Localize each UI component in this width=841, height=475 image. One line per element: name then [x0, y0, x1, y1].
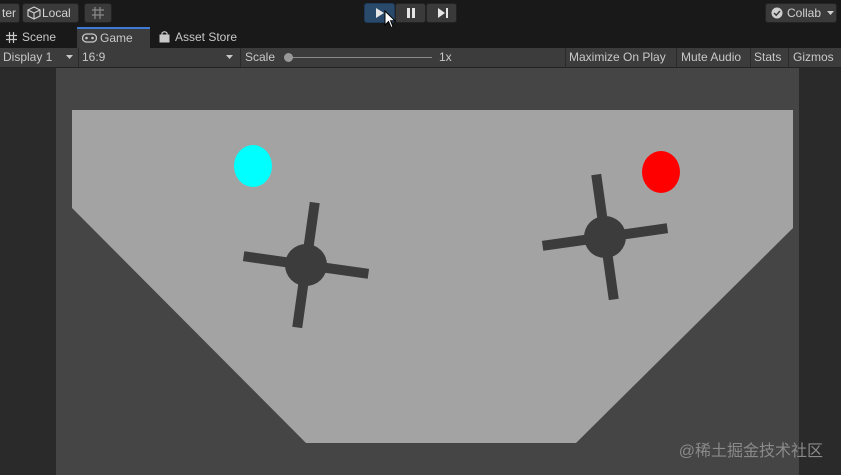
- grid-icon: [6, 32, 17, 43]
- pivot-label: ter: [1, 6, 16, 20]
- scale-slider-thumb[interactable]: [284, 53, 293, 62]
- local-toggle-button[interactable]: Local: [22, 3, 79, 23]
- aspect-dropdown[interactable]: 16:9: [79, 48, 239, 67]
- gamepad-icon: [82, 33, 97, 43]
- display-label: Display 1: [3, 50, 53, 64]
- tab-asset-store[interactable]: Asset Store: [153, 27, 248, 48]
- stats-toggle[interactable]: Stats: [754, 48, 781, 67]
- gizmos-toggle[interactable]: Gizmos: [793, 48, 834, 67]
- tab-game[interactable]: Game: [77, 27, 150, 48]
- display-dropdown[interactable]: Display 1: [0, 48, 77, 67]
- cube-icon: [27, 6, 41, 20]
- scale-slider[interactable]: [284, 48, 432, 67]
- toolbar-divider: [676, 48, 677, 67]
- tab-game-label: Game: [100, 31, 133, 45]
- grid-snap-button[interactable]: [84, 3, 112, 23]
- dropdown-arrow-icon: [66, 55, 73, 59]
- store-bag-icon: [159, 31, 170, 43]
- step-icon: [438, 8, 448, 18]
- mute-audio-toggle[interactable]: Mute Audio: [681, 48, 741, 67]
- collab-label: Collab: [787, 6, 822, 20]
- ground-platform: [72, 110, 793, 443]
- top-toolbar: ter Local Collab: [0, 0, 841, 29]
- tab-scene-label: Scene: [22, 30, 57, 44]
- tab-asset-store-label: Asset Store: [175, 30, 238, 44]
- spinner-hub: [285, 244, 327, 286]
- scale-slider-track: [288, 57, 432, 58]
- dropdown-arrow-icon: [827, 11, 834, 15]
- collab-button[interactable]: Collab: [765, 3, 837, 23]
- ball-red: [642, 151, 680, 193]
- toolbar-divider: [750, 48, 751, 67]
- pivot-toggle-button[interactable]: ter: [0, 3, 20, 23]
- tab-scene[interactable]: Scene: [0, 27, 76, 48]
- scale-label: Scale: [245, 50, 276, 64]
- spinner-hub: [584, 216, 626, 258]
- game-scene: [72, 110, 793, 443]
- pause-button[interactable]: [395, 3, 426, 23]
- ball-cyan: [234, 145, 272, 187]
- watermark-text: @稀土掘金技术社区: [678, 443, 823, 460]
- scale-value: 1x: [439, 50, 452, 64]
- maximize-on-play-toggle[interactable]: Maximize On Play: [569, 48, 666, 67]
- dropdown-arrow-icon: [226, 55, 233, 59]
- step-button[interactable]: [426, 3, 457, 23]
- cloud-check-icon: [771, 7, 783, 19]
- local-label: Local: [42, 6, 71, 20]
- view-tab-bar: Scene Game Asset Store: [0, 27, 841, 48]
- pause-icon: [407, 8, 415, 18]
- grid-snap-icon: [92, 7, 104, 19]
- toolbar-divider: [240, 48, 241, 67]
- aspect-label: 16:9: [82, 50, 106, 64]
- toolbar-divider: [565, 48, 566, 67]
- game-render-area[interactable]: [56, 68, 799, 475]
- game-view-toolbar: Display 1 16:9 Scale 1x Maximize On Play…: [0, 48, 841, 68]
- toolbar-divider: [788, 48, 789, 67]
